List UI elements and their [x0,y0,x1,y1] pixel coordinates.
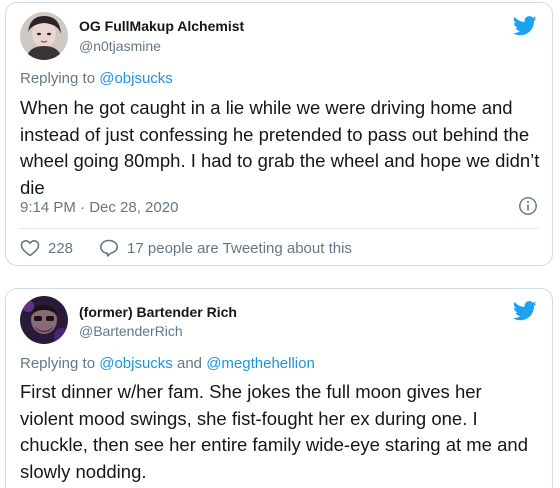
divider [20,228,538,229]
tweet-text: When he got caught in a lie while we wer… [20,97,540,198]
mention-link[interactable]: @megthehellion [206,355,315,372]
author-name[interactable]: (former) Bartender Rich [79,304,237,320]
tweet-card[interactable]: (former) Bartender Rich @BartenderRich R… [5,288,553,488]
mention-link[interactable]: @objsucks [99,70,173,87]
info-icon[interactable] [518,196,538,216]
avatar[interactable] [20,12,68,60]
author-handle[interactable]: @n0tjasmine [79,38,161,54]
replying-to: Replying to @objsucks [20,70,173,87]
author-handle[interactable]: @BartenderRich [79,323,183,339]
replying-to: Replying to @objsucks and @megthehellion [20,355,315,372]
twitter-bird-icon[interactable] [513,16,537,36]
heart-icon [20,239,40,257]
tweet-text: First dinner w/her fam. She jokes the fu… [20,381,528,482]
like-count: 228 [48,239,74,257]
speech-bubble-icon [100,239,119,257]
replying-joiner: and [172,355,207,372]
tweeting-about-text: 17 people are Tweeting about this [127,239,352,257]
like-button[interactable]: 228 [20,239,73,257]
tweet-actions: 228 17 people are Tweeting about this [20,237,352,259]
mention-link[interactable]: @objsucks [99,355,173,372]
twitter-bird-icon[interactable] [513,301,537,321]
replying-prefix: Replying to [20,70,100,87]
replying-prefix: Replying to [20,355,100,372]
tweet-timestamp[interactable]: 9:14 PM · Dec 28, 2020 [20,199,178,216]
author-name[interactable]: OG FullMakup Alchemist [79,18,244,34]
avatar[interactable] [20,296,68,344]
tweeting-about-link[interactable]: 17 people are Tweeting about this [99,239,352,257]
tweet-card[interactable]: OG FullMakup Alchemist @n0tjasmine Reply… [5,2,553,266]
